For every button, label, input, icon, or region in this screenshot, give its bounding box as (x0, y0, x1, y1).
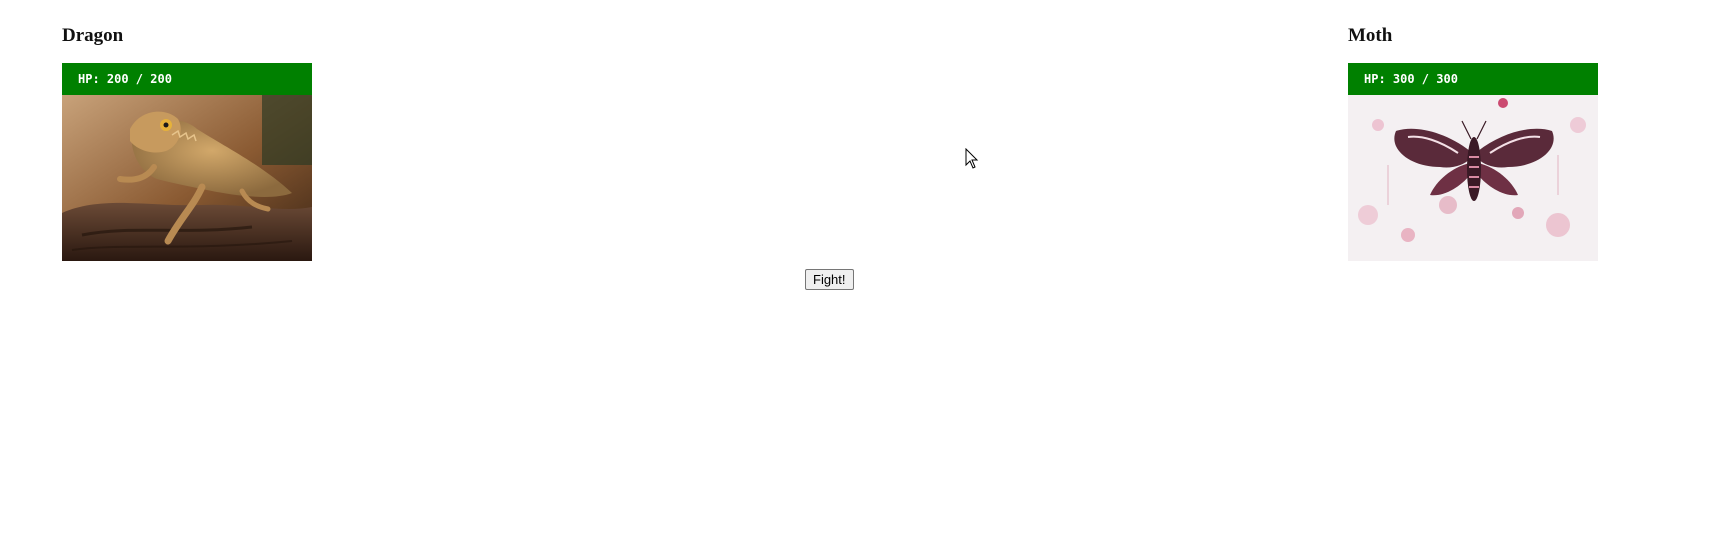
hp-bar: HP: 300 / 300 (1348, 63, 1598, 95)
fighter-dragon: Dragon HP: 200 / 200 (62, 0, 312, 261)
fighter-name: Moth (1348, 25, 1393, 46)
fighter-name: Dragon (62, 25, 124, 46)
fight-button[interactable]: Fight! (805, 269, 854, 290)
fighter-moth: Moth HP: 300 / 300 (1348, 0, 1598, 261)
arrow-cursor-icon (965, 148, 979, 169)
hp-bar: HP: 200 / 200 (62, 63, 312, 95)
battle-page: Dragon HP: 200 / 200 Moth HP: 300 / 300 … (0, 0, 1709, 554)
dragon-portrait (62, 95, 312, 261)
moth-portrait (1348, 95, 1598, 261)
